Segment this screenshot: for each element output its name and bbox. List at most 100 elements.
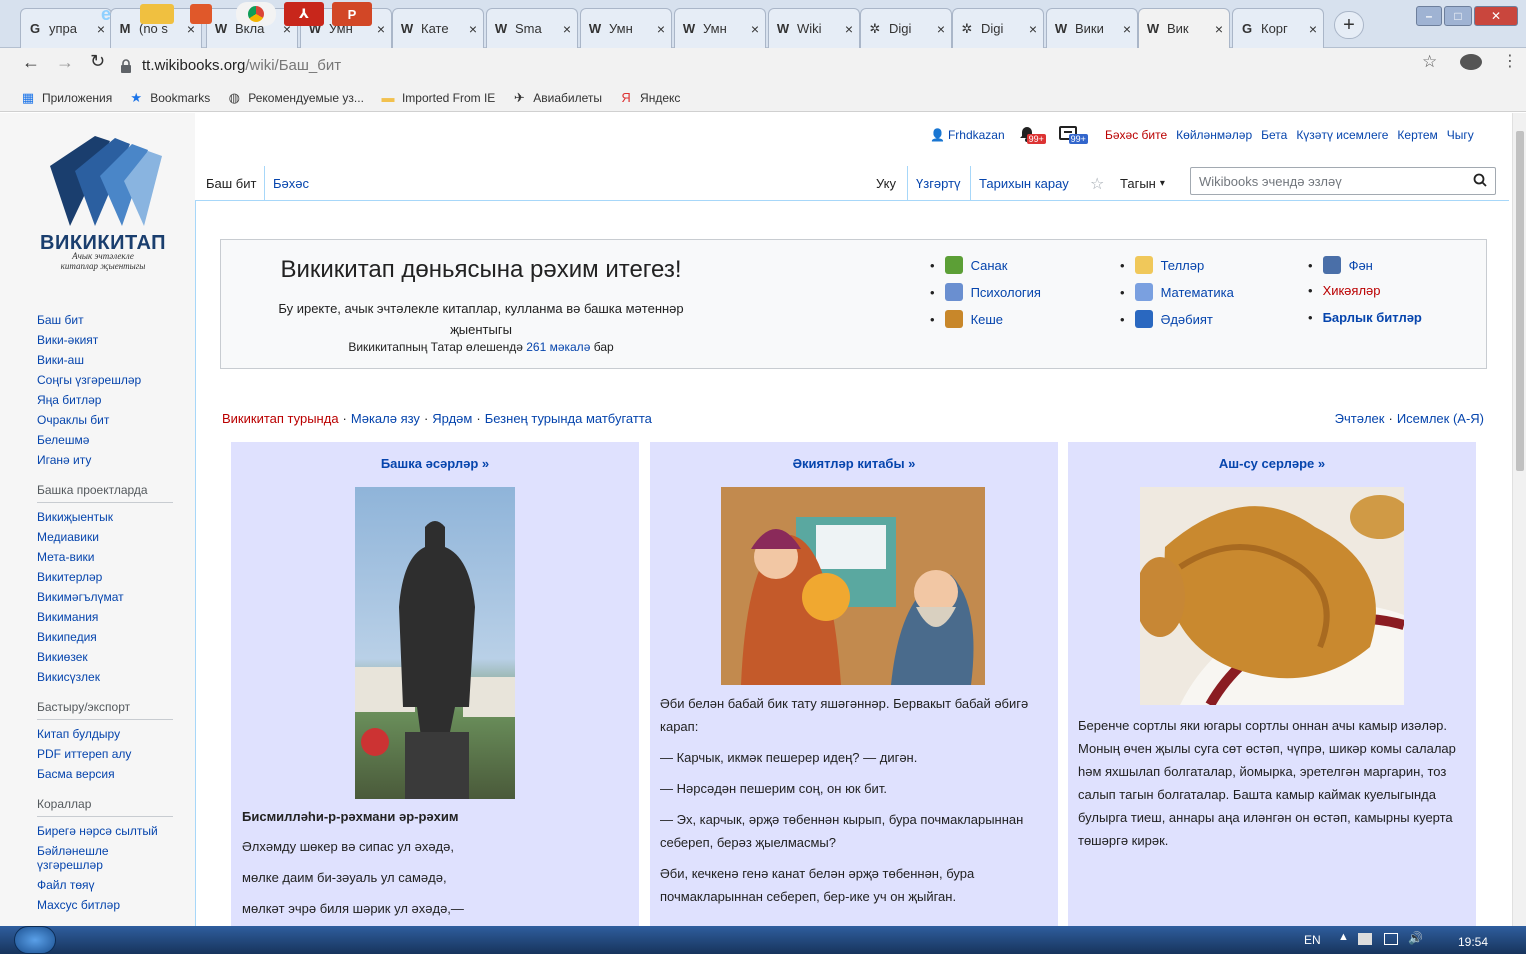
watch-star-icon[interactable]: ☆	[1082, 166, 1112, 201]
media-taskbar-icon[interactable]	[190, 4, 212, 24]
tab-close-icon[interactable]: ×	[1309, 21, 1317, 37]
tab-close-icon[interactable]: ×	[1029, 21, 1037, 37]
statue-image[interactable]	[355, 487, 515, 799]
browser-tab[interactable]: W Умн ×	[674, 8, 766, 48]
info-link[interactable]: Эчтәлек	[1335, 411, 1385, 426]
personal-link[interactable]: Бәхәс бите	[1105, 128, 1167, 142]
tab-close-icon[interactable]: ×	[1123, 21, 1131, 37]
ie-taskbar-icon[interactable]: e	[86, 2, 126, 26]
bookmark-item[interactable]: ✈ Авиабилеты	[511, 90, 602, 106]
sidebar-link[interactable]: Викисүзлек	[0, 667, 195, 687]
search-icon[interactable]	[1473, 173, 1487, 190]
wikibooks-logo[interactable]	[40, 126, 170, 236]
sidebar-link[interactable]: Медиавики	[0, 527, 195, 547]
tab-close-icon[interactable]: ×	[657, 21, 665, 37]
tab-close-icon[interactable]: ×	[377, 21, 385, 37]
tab-history[interactable]: Тарихын карау	[970, 166, 1077, 201]
user-link[interactable]: Frhdkazan	[948, 128, 1005, 142]
page-scrollbar[interactable]	[1512, 113, 1526, 926]
sidebar-link[interactable]: Баш бит	[0, 310, 195, 330]
portal-link-item[interactable]: • Математика	[1120, 283, 1234, 301]
tab-close-icon[interactable]: ×	[469, 21, 477, 37]
browser-tab[interactable]: W Умн ×	[580, 8, 672, 48]
info-link[interactable]: Исемлек (А-Я)	[1397, 411, 1484, 426]
bookmark-item[interactable]: Я Яндекс	[618, 90, 680, 106]
sidebar-link[interactable]: Файл төяү	[0, 875, 195, 895]
personal-link[interactable]: Бета	[1261, 128, 1287, 142]
tab-close-icon[interactable]: ×	[1215, 21, 1223, 37]
sidebar-link[interactable]: Махсус битләр	[0, 895, 195, 915]
sidebar-link[interactable]: Басма версия	[0, 764, 195, 784]
info-link[interactable]: Викикитап турында	[222, 411, 339, 426]
box-title-works[interactable]: Башка әсәрләр »	[241, 456, 629, 471]
portal-link-item[interactable]: • Фән	[1308, 256, 1373, 274]
clock[interactable]: 19:54	[1458, 935, 1488, 949]
volume-icon[interactable]: 🔊	[1408, 931, 1423, 945]
tab-main-page[interactable]: Баш бит	[198, 166, 264, 201]
alerts-tray-icon[interactable]: 99+	[1058, 126, 1088, 144]
portal-link-item[interactable]: • Хикәяләр	[1308, 283, 1381, 298]
forward-icon[interactable]: →	[56, 52, 74, 73]
browser-tab[interactable]: G Корг ×	[1232, 8, 1324, 48]
sidebar-link[interactable]: Бәйләнешле үзгәрешләр	[0, 841, 195, 875]
sidebar-link[interactable]: Соңгы үзгәрешләр	[0, 370, 195, 390]
menu-dots-icon[interactable]: ⋮	[1502, 51, 1518, 71]
sidebar-link[interactable]: Википедия	[0, 627, 195, 647]
start-button[interactable]	[14, 926, 56, 954]
address-bar[interactable]: tt.wikibooks.org/wiki/Баш_бит	[118, 51, 1458, 79]
personal-link[interactable]: Кертем	[1397, 128, 1437, 142]
sidebar-link[interactable]: Китап булдыру	[0, 724, 195, 744]
box-title-recipes[interactable]: Аш-су серләре »	[1078, 456, 1466, 471]
bookmark-item[interactable]: ▬ Imported From IE	[380, 90, 495, 106]
notifications-bell-icon[interactable]: 99+	[1019, 126, 1046, 144]
chrome-taskbar-icon[interactable]	[236, 2, 276, 26]
browser-tab[interactable]: W Sma ×	[486, 8, 578, 48]
scrollbar-thumb[interactable]	[1516, 131, 1524, 471]
sidebar-link[interactable]: Яңа битләр	[0, 390, 195, 410]
powerpoint-taskbar-icon[interactable]: P	[332, 2, 372, 26]
browser-tab[interactable]: ✲ Digi ×	[860, 8, 952, 48]
search-input[interactable]: Wikibooks эчендә эзләү	[1190, 167, 1496, 195]
maximize-button[interactable]: □	[1444, 6, 1472, 26]
bookmark-star-icon[interactable]: ☆	[1422, 52, 1437, 72]
tab-close-icon[interactable]: ×	[845, 21, 853, 37]
portal-link-item[interactable]: • Санак	[930, 256, 1007, 274]
article-count-link[interactable]: 261 мәкалә	[526, 340, 590, 354]
sidebar-link[interactable]: Викимәгълүмат	[0, 587, 195, 607]
browser-tab[interactable]: ✲ Digi ×	[952, 8, 1044, 48]
tab-discussion[interactable]: Бәхәс	[264, 166, 317, 201]
profile-avatar[interactable]	[1460, 54, 1482, 70]
sidebar-link[interactable]: Мета-вики	[0, 547, 195, 567]
portal-link-item[interactable]: • Телләр	[1120, 256, 1204, 274]
more-menu[interactable]: Тагын ▾	[1112, 166, 1173, 201]
browser-tab[interactable]: W Кате ×	[392, 8, 484, 48]
minimize-button[interactable]: –	[1416, 6, 1442, 26]
sidebar-link[interactable]: Белешмә	[0, 430, 195, 450]
info-link[interactable]: Мәкалә язу	[351, 411, 420, 426]
bookmark-item[interactable]: ★ Bookmarks	[128, 90, 210, 106]
box-title-fairytales[interactable]: Әкиятләр китабы »	[660, 456, 1048, 471]
pdf-taskbar-icon[interactable]: ⅄	[284, 2, 324, 26]
sidebar-link[interactable]: Викиөзек	[0, 647, 195, 667]
reload-icon[interactable]: ↻	[90, 51, 105, 72]
sidebar-link[interactable]: Викимания	[0, 607, 195, 627]
sidebar-link[interactable]: Иганә иту	[0, 450, 195, 470]
sidebar-link[interactable]: PDF иттереп алу	[0, 744, 195, 764]
sidebar-link[interactable]: Викиҗыентык	[0, 507, 195, 527]
sidebar-link[interactable]: Вики-әкият	[0, 330, 195, 350]
portal-link-item[interactable]: • Барлык битләр	[1308, 310, 1422, 325]
tray-arrow-icon[interactable]: ▲	[1338, 931, 1349, 943]
tab-read[interactable]: Уку	[868, 166, 905, 201]
personal-link[interactable]: Көйләнмәләр	[1176, 128, 1252, 142]
bookmark-item[interactable]: ▦ Приложения	[20, 90, 112, 106]
browser-tab[interactable]: W Wiki ×	[768, 8, 860, 48]
portal-link-item[interactable]: • Әдәбият	[1120, 310, 1213, 328]
sidebar-link[interactable]: Очраклы бит	[0, 410, 195, 430]
network-icon[interactable]	[1384, 933, 1398, 945]
info-link[interactable]: Безнең турында матбугатта	[485, 411, 652, 426]
bookmark-item[interactable]: ◍ Рекомендуемые уз...	[226, 90, 364, 106]
back-icon[interactable]: ←	[22, 52, 40, 73]
browser-tab[interactable]: W Вик ×	[1138, 8, 1230, 48]
tab-close-icon[interactable]: ×	[751, 21, 759, 37]
browser-tab[interactable]: W Вики ×	[1046, 8, 1138, 48]
